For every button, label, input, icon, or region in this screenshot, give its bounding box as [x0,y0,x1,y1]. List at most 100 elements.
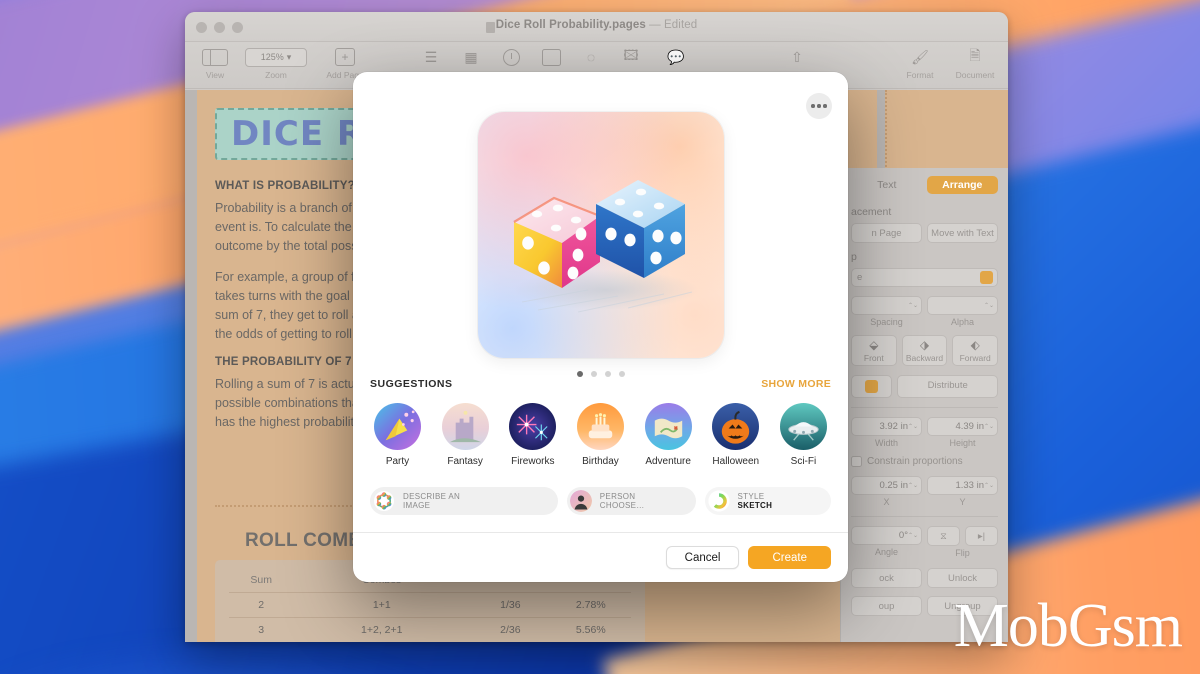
describe-image-pill[interactable]: DESCRIBE AN IMAGE [370,487,558,515]
format-inspector-sidebar[interactable]: Text Arrange acement n Page Move with Te… [840,168,1008,642]
placement-buttons[interactable]: n Page Move with Text [851,223,998,243]
cancel-button[interactable]: Cancel [665,546,740,569]
suggestions-list[interactable]: Party Fantasy Fireworks Birthday Adventure Ha… [353,403,848,467]
constrain-proportions-label: Constrain proportions [867,456,963,467]
constrain-proportions-checkbox[interactable] [851,456,862,467]
align-button[interactable] [851,375,893,398]
bring-front-label: Front [863,353,884,363]
placement-move-with-text-button[interactable]: Move with Text [927,223,998,243]
suggestion-label: Party [385,456,410,467]
suggestion-fantasy[interactable]: Fantasy [437,403,494,467]
toolbar-format[interactable]: 🖌 Format [895,46,945,81]
prompt-controls[interactable]: DESCRIBE AN IMAGE PERSON CHOOSE… STYLE S… [353,487,848,515]
suggestion-label: Fantasy [447,456,483,467]
pagination-dot[interactable] [604,371,611,377]
toolbar-document[interactable]: 🗎 Document [947,46,1003,80]
image-playground-dialog[interactable]: SUGGESTIONS SHOW MORE Party Fantasy Firewo… [353,72,848,582]
width-stepper[interactable]: 3.92 in [851,417,922,436]
wrap-color-swatch[interactable] [980,271,993,284]
bring-forward-button[interactable]: ⬖ Forward [952,335,999,366]
suggestion-adventure[interactable]: Adventure [640,403,697,467]
angle-field[interactable]: 0° Angle [851,526,922,558]
table-cell: 1/36 [470,592,551,618]
x-field[interactable]: 0.25 in X [851,476,922,507]
flip-horizontal-icon[interactable]: ▸| [965,526,998,546]
group-button[interactable]: oup [851,596,922,616]
spacing-alpha-row[interactable]: Spacing Alpha [851,296,998,327]
suggestions-section: SUGGESTIONS SHOW MORE Party Fantasy Firewo… [353,378,848,515]
window-title-text: Dice Roll Probability.pages [495,19,646,31]
bring-front-button[interactable]: ⬙ Front [851,335,897,366]
style-value: SKETCH [737,501,773,510]
height-field[interactable]: 4.39 in Height [927,417,998,448]
flip-vertical-icon[interactable]: ⧖ [927,526,960,546]
send-backward-button[interactable]: ⬗ Backward [901,335,948,366]
y-field[interactable]: 1.33 in Y [927,476,998,507]
chart-icon [489,46,533,68]
suggestion-sci-fi[interactable]: Sci-Fi [775,403,832,467]
table-cell: 2/36 [470,617,551,642]
generated-image-preview[interactable] [477,112,724,358]
wrap-value: e [857,272,863,283]
unlock-button[interactable]: Unlock [927,568,998,588]
toolbar-format-label: Format [906,70,934,80]
placement-on-page-button[interactable]: n Page [851,223,922,243]
dialog-footer: Cancel Create [353,532,848,582]
arrange-buttons[interactable]: ⬙ Front ⬗ Backward ⬖ Forward [851,335,999,366]
rotation-row[interactable]: 0° Angle ⧖ ▸| Flip [851,526,998,558]
height-stepper[interactable]: 4.39 in [927,417,998,436]
x-label: X [883,497,890,507]
width-field[interactable]: 3.92 in Width [851,417,922,448]
pagination-dot[interactable] [576,371,583,377]
alpha-field[interactable]: Alpha [927,296,998,327]
spacing-stepper[interactable] [851,296,922,315]
spacing-field[interactable]: Spacing [851,296,922,327]
style-pill[interactable]: STYLE SKETCH [704,487,831,515]
lock-row[interactable]: ock Unlock [851,568,998,588]
chevron-down-icon: ▾ [286,51,292,62]
lock-button[interactable]: ock [851,568,922,588]
person-pill[interactable]: PERSON CHOOSE… [566,487,696,515]
wrap-select[interactable]: e [851,268,998,287]
toolbar-view[interactable]: View [193,46,237,80]
y-stepper[interactable]: 1.33 in [927,476,998,495]
window-title: Dice Roll Probability.pages — Edited [185,19,1008,31]
treasure-map-icon [644,403,692,450]
person-value: CHOOSE… [599,501,645,510]
style-text: STYLE SKETCH [738,492,773,510]
text-icon [529,46,573,68]
x-stepper[interactable]: 0.25 in [851,476,922,495]
alpha-stepper[interactable] [927,296,998,315]
suggestion-halloween[interactable]: Halloween [707,403,764,467]
tab-arrange[interactable]: Arrange [926,176,998,194]
suggestion-party[interactable]: Party [369,403,426,467]
position-row[interactable]: 0.25 in X 1.33 in Y [851,476,998,507]
table-row[interactable]: 3 1+2, 2+1 2/36 5.56% [229,617,631,642]
suggestion-fireworks[interactable]: Fireworks [504,403,561,467]
create-button[interactable]: Create [748,546,831,569]
distribute-select[interactable]: Distribute [897,375,998,398]
suggestions-header: SUGGESTIONS SHOW MORE [353,378,848,390]
angle-stepper[interactable]: 0° [851,526,922,545]
inspector-divider-2 [851,516,998,517]
window-titlebar[interactable]: Dice Roll Probability.pages — Edited [185,12,1008,42]
constrain-proportions-row[interactable]: Constrain proportions [851,456,998,467]
align-row[interactable]: Distribute [851,375,998,398]
size-row[interactable]: 3.92 in Width 4.39 in Height [851,417,998,448]
suggestion-birthday[interactable]: Birthday [572,403,629,467]
image-pagination-dots[interactable] [576,371,625,377]
describe-image-value: IMAGE [403,501,431,510]
show-more-button[interactable]: SHOW MORE [761,378,831,390]
y-label: Y [959,497,966,507]
col-header-sum: Sum [250,574,272,586]
flip-field[interactable]: ⧖ ▸| Flip [927,526,998,558]
inspector-tabs[interactable]: Text Arrange [851,176,998,194]
table-row[interactable]: 2 1+1 1/36 2.78% [229,592,631,618]
media-icon: 🖾 [623,47,639,63]
tab-text[interactable]: Text [851,176,923,194]
toolbar-zoom[interactable]: 125% ▾ Zoom [241,46,311,80]
image-playground-icon [373,490,395,512]
placement-heading: acement [851,206,892,218]
pagination-dot[interactable] [590,371,597,377]
pagination-dot[interactable] [618,371,625,377]
